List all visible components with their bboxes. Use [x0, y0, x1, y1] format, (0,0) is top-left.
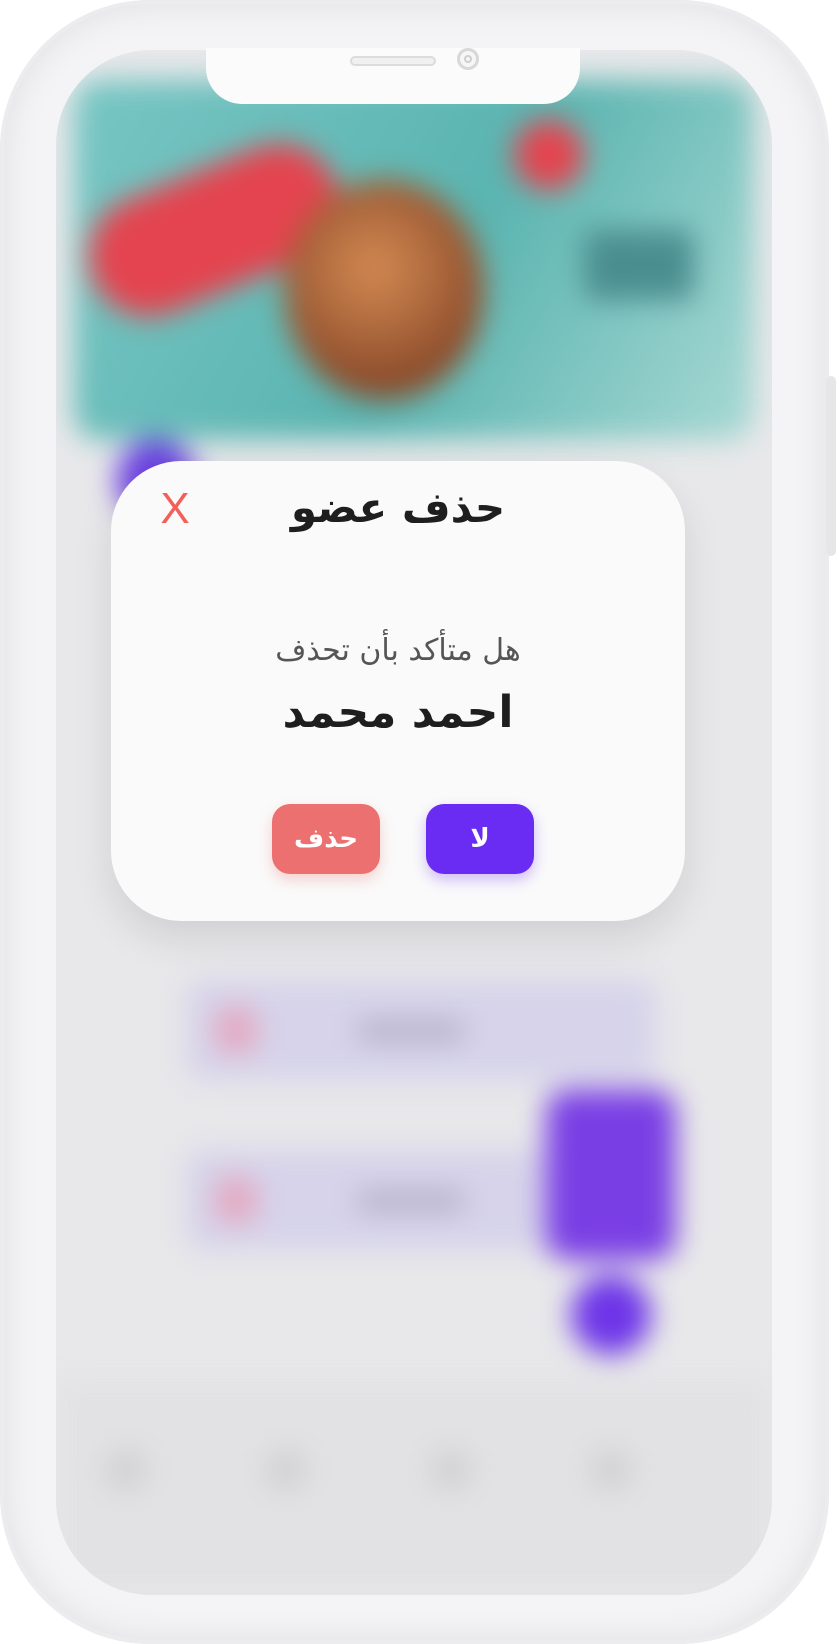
front-camera [457, 48, 479, 70]
delete-icon [216, 1008, 256, 1052]
delete-member-dialog: حذف عضو X هل متأكد بأن تحذف احمد محمد حذ… [111, 461, 685, 921]
list-item-label [356, 1020, 466, 1042]
fab-button [571, 1275, 651, 1355]
list-item-label [356, 1190, 466, 1212]
banner-food-image [284, 180, 484, 400]
delete-button[interactable]: حذف [272, 804, 380, 874]
fab-menu-panel [546, 1090, 676, 1260]
confirm-question: هل متأكد بأن تحذف [275, 633, 521, 668]
banner-image [74, 80, 754, 440]
list-item [186, 980, 656, 1080]
nav-icon [591, 1450, 631, 1490]
delete-icon [216, 1178, 256, 1222]
phone-side-button [826, 376, 836, 556]
dialog-title: حذف عضو [290, 483, 506, 532]
speaker-grille [350, 56, 436, 66]
nav-icon [106, 1450, 146, 1490]
member-name: احمد محمد [282, 687, 514, 738]
banner-text-block [584, 230, 694, 300]
banner-decoration [514, 120, 584, 190]
nav-icon [431, 1450, 471, 1490]
nav-icon [266, 1450, 306, 1490]
cancel-button[interactable]: لا [426, 804, 534, 874]
close-icon[interactable]: X [155, 481, 195, 537]
bottom-navigation [56, 1380, 772, 1595]
